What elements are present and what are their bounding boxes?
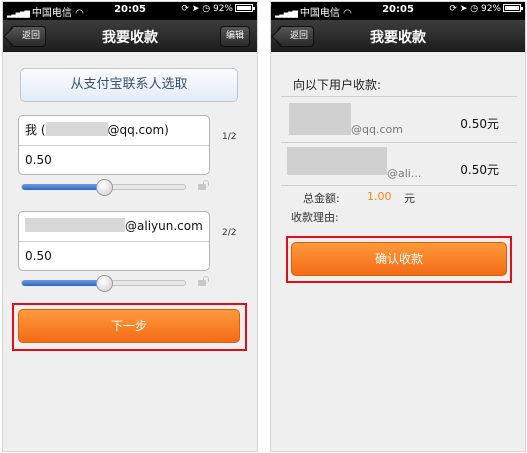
phone-screen-confirm: ▂▃▅▆▇ 中国电信 ◠ 20:05 ⟳ ➤ ◷ 92% 返回 我要收款 向以下用…: [270, 1, 526, 452]
payer-amount-field[interactable]: 0.50: [19, 241, 209, 270]
slider-thumb[interactable]: [95, 179, 113, 196]
masked-account: [289, 103, 351, 135]
list-item: @ali... 0.50元: [281, 142, 517, 187]
lock-rotation-icon: ⟳: [449, 4, 457, 14]
recipient-email: @qq.com: [351, 123, 403, 136]
screenshot-canvas: ▂▃▅▆▇ 中国电信 ◠ 20:05 ⟳ ➤ ◷ 92% 返回 我要收款 编辑 从…: [0, 0, 527, 453]
amount-slider[interactable]: [21, 275, 186, 292]
masked-account: [287, 147, 387, 175]
total-value: 1.00: [367, 190, 392, 203]
lock-icon[interactable]: [198, 180, 210, 190]
amount-slider[interactable]: [21, 179, 186, 196]
nav-bar: 返回 我要收款: [271, 20, 525, 52]
page-title: 我要收款: [370, 30, 426, 46]
payer-account-field[interactable]: @aliyun.com: [19, 212, 209, 241]
alarm-icon: ◷: [470, 4, 479, 14]
slider-fill: [22, 184, 104, 190]
alarm-icon: ◷: [202, 4, 211, 14]
select-contact-button[interactable]: 从支付宝联系人选取: [20, 68, 238, 102]
total-unit: 元: [404, 192, 415, 205]
phone-screen-edit: ▂▃▅▆▇ 中国电信 ◠ 20:05 ⟳ ➤ ◷ 92% 返回 我要收款 编辑 从…: [2, 1, 258, 452]
payer-amount-field[interactable]: 0.50: [19, 145, 209, 174]
slider-thumb[interactable]: [95, 275, 113, 292]
location-icon: ➤: [459, 4, 468, 14]
payer-card-2: @aliyun.com 0.50: [18, 211, 210, 271]
recipient-list: @qq.com 0.50元 @ali... 0.50元: [281, 96, 517, 186]
lock-rotation-icon: ⟳: [181, 4, 189, 14]
total-label: 总金额:: [303, 192, 340, 205]
confirm-receipt-button[interactable]: 确认收款: [291, 242, 507, 276]
list-item: @qq.com 0.50元: [281, 97, 517, 142]
masked-account: [45, 122, 108, 136]
page-title: 我要收款: [102, 30, 158, 46]
reason-label: 收款理由:: [291, 211, 339, 224]
slider-fill: [22, 280, 104, 286]
recipient-amount: 0.50元: [460, 163, 499, 177]
recipient-email: @ali...: [387, 167, 422, 180]
payer-account-field[interactable]: 我 (@qq.com): [19, 116, 209, 145]
edit-button[interactable]: 编辑: [220, 26, 250, 47]
payer-pager: 2/2: [222, 228, 237, 238]
status-bar: ▂▃▅▆▇ 中国电信 ◠ 20:05 ⟳ ➤ ◷ 92%: [3, 2, 257, 20]
payer-card-1: 我 (@qq.com) 0.50: [18, 115, 210, 175]
recipient-amount: 0.50元: [460, 117, 499, 131]
status-bar: ▂▃▅▆▇ 中国电信 ◠ 20:05 ⟳ ➤ ◷ 92%: [271, 2, 525, 20]
recipient-list-title: 向以下用户收款:: [293, 78, 382, 92]
battery-icon: [503, 4, 523, 12]
battery-percent: 92%: [480, 4, 501, 14]
location-icon: ➤: [191, 4, 200, 14]
masked-account: [25, 218, 125, 232]
status-right: ⟳ ➤ ◷ 92%: [449, 4, 523, 14]
status-right: ⟳ ➤ ◷ 92%: [181, 4, 255, 14]
lock-icon[interactable]: [198, 276, 210, 286]
next-step-button[interactable]: 下一步: [18, 309, 240, 343]
nav-bar: 返回 我要收款 编辑: [3, 20, 257, 52]
battery-percent: 92%: [212, 4, 233, 14]
battery-icon: [235, 4, 255, 12]
payer-pager: 1/2: [222, 132, 237, 142]
